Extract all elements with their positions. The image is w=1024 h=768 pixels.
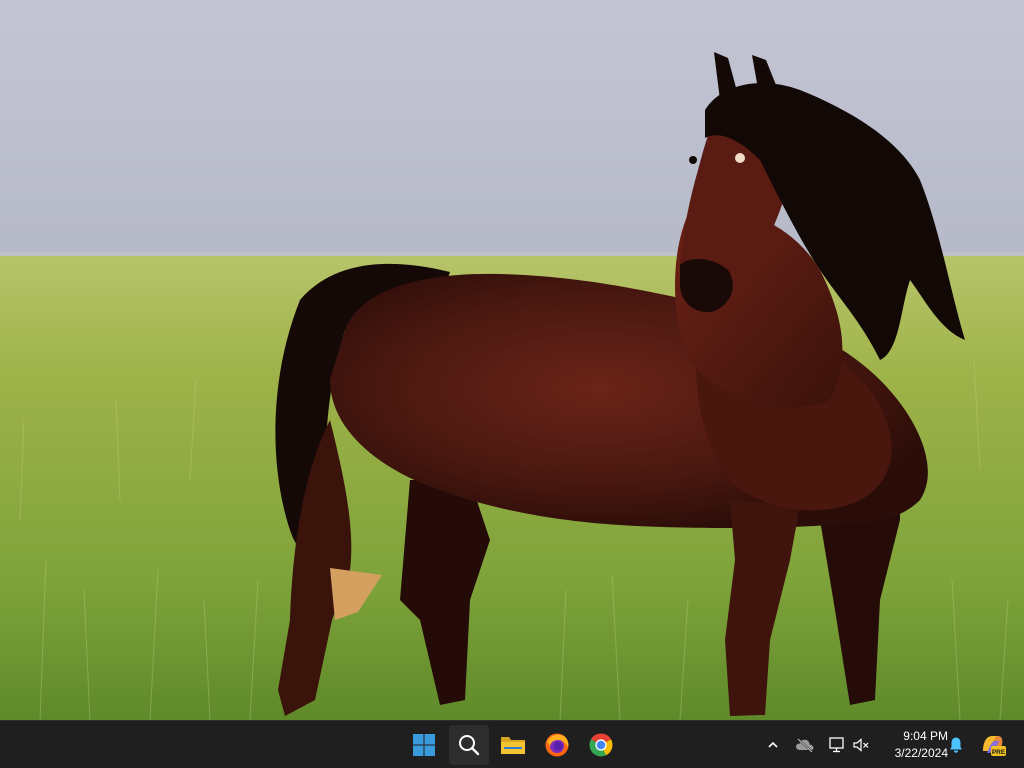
windows-logo-icon <box>413 734 435 756</box>
copilot-button[interactable]: PRE <box>979 733 1007 757</box>
clock-time: 9:04 PM <box>903 729 948 743</box>
notification-bell-icon <box>950 737 962 753</box>
notifications-button[interactable] <box>944 733 968 757</box>
taskbar: 9:04 PM 3/22/2024 PRE <box>0 720 1024 768</box>
file-explorer-button[interactable] <box>493 725 533 765</box>
firefox-button[interactable] <box>537 725 577 765</box>
volume-tray-button[interactable] <box>849 733 873 757</box>
clock-date: 3/22/2024 <box>894 746 948 760</box>
show-hidden-icons-button[interactable] <box>761 733 785 757</box>
clock[interactable]: 9:04 PM 3/22/2024 <box>876 728 948 762</box>
chrome-button[interactable] <box>581 725 621 765</box>
desktop-wallpaper <box>0 0 1024 720</box>
copilot-pre-icon: PRE <box>983 736 1006 756</box>
onedrive-tray-button[interactable] <box>793 733 817 757</box>
horse-wallpaper-image <box>0 0 1024 720</box>
chrome-icon <box>589 733 613 757</box>
network-tray-button[interactable] <box>825 733 849 757</box>
network-icon <box>829 737 844 753</box>
cloud-offline-icon <box>796 738 814 753</box>
chevron-up-icon <box>768 741 778 748</box>
search-button[interactable] <box>449 725 489 765</box>
search-icon <box>459 735 480 756</box>
firefox-icon <box>545 733 569 757</box>
folder-icon <box>501 737 525 754</box>
volume-muted-icon <box>853 738 869 752</box>
copilot-badge-text: PRE <box>992 749 1006 756</box>
start-button[interactable] <box>404 725 444 765</box>
